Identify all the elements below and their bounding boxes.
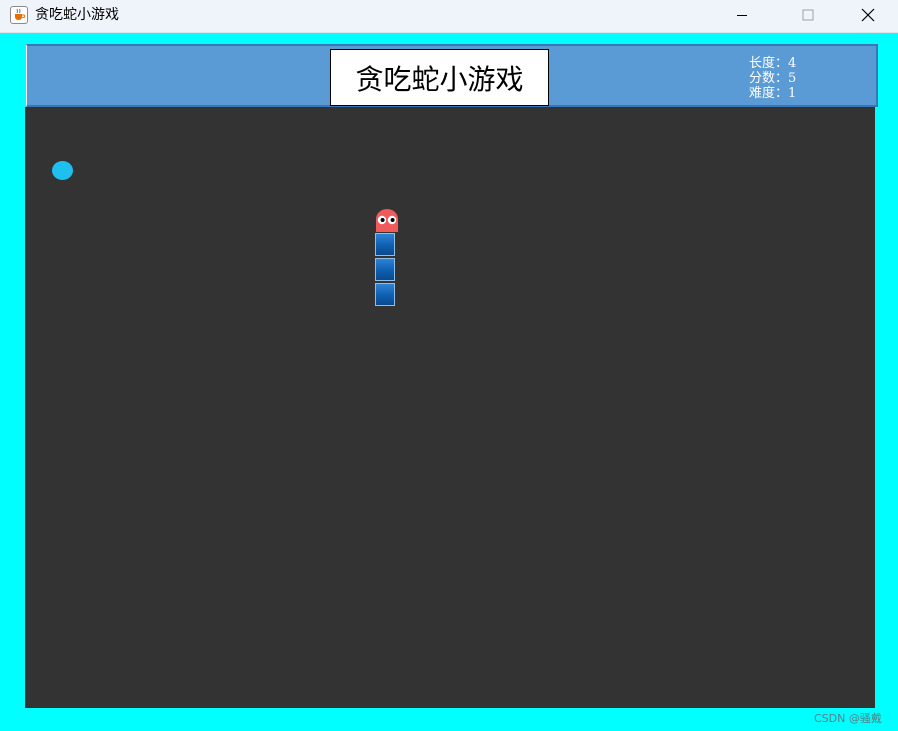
- maximize-button[interactable]: [785, 0, 831, 30]
- length-stat: 长度：4: [749, 56, 797, 71]
- close-icon: [861, 8, 875, 22]
- stats-panel: 长度：4 分数：5 难度：1: [749, 56, 796, 101]
- watermark: CSDN @骚戴: [814, 712, 882, 725]
- minimize-icon: [737, 15, 747, 16]
- game-header: 贪吃蛇小游戏 长度：4 分数：5 难度：1: [26, 44, 878, 107]
- java-cup-icon: [10, 6, 28, 24]
- snake-body-segment: [375, 233, 395, 256]
- snake-body-segment: [375, 283, 395, 306]
- game-title: 贪吃蛇小游戏: [330, 49, 549, 106]
- food-pellet: [52, 161, 73, 180]
- snake-head: [376, 209, 398, 232]
- difficulty-stat: 难度：1: [749, 86, 797, 101]
- close-button[interactable]: [845, 0, 891, 30]
- snake-body-segment: [375, 258, 395, 281]
- score-stat: 分数：5: [749, 71, 797, 86]
- window-title: 贪吃蛇小游戏: [35, 7, 119, 23]
- maximize-icon: [802, 9, 814, 21]
- minimize-button[interactable]: [719, 0, 765, 30]
- window-title-bar: 贪吃蛇小游戏: [0, 0, 898, 33]
- game-board[interactable]: [25, 107, 875, 708]
